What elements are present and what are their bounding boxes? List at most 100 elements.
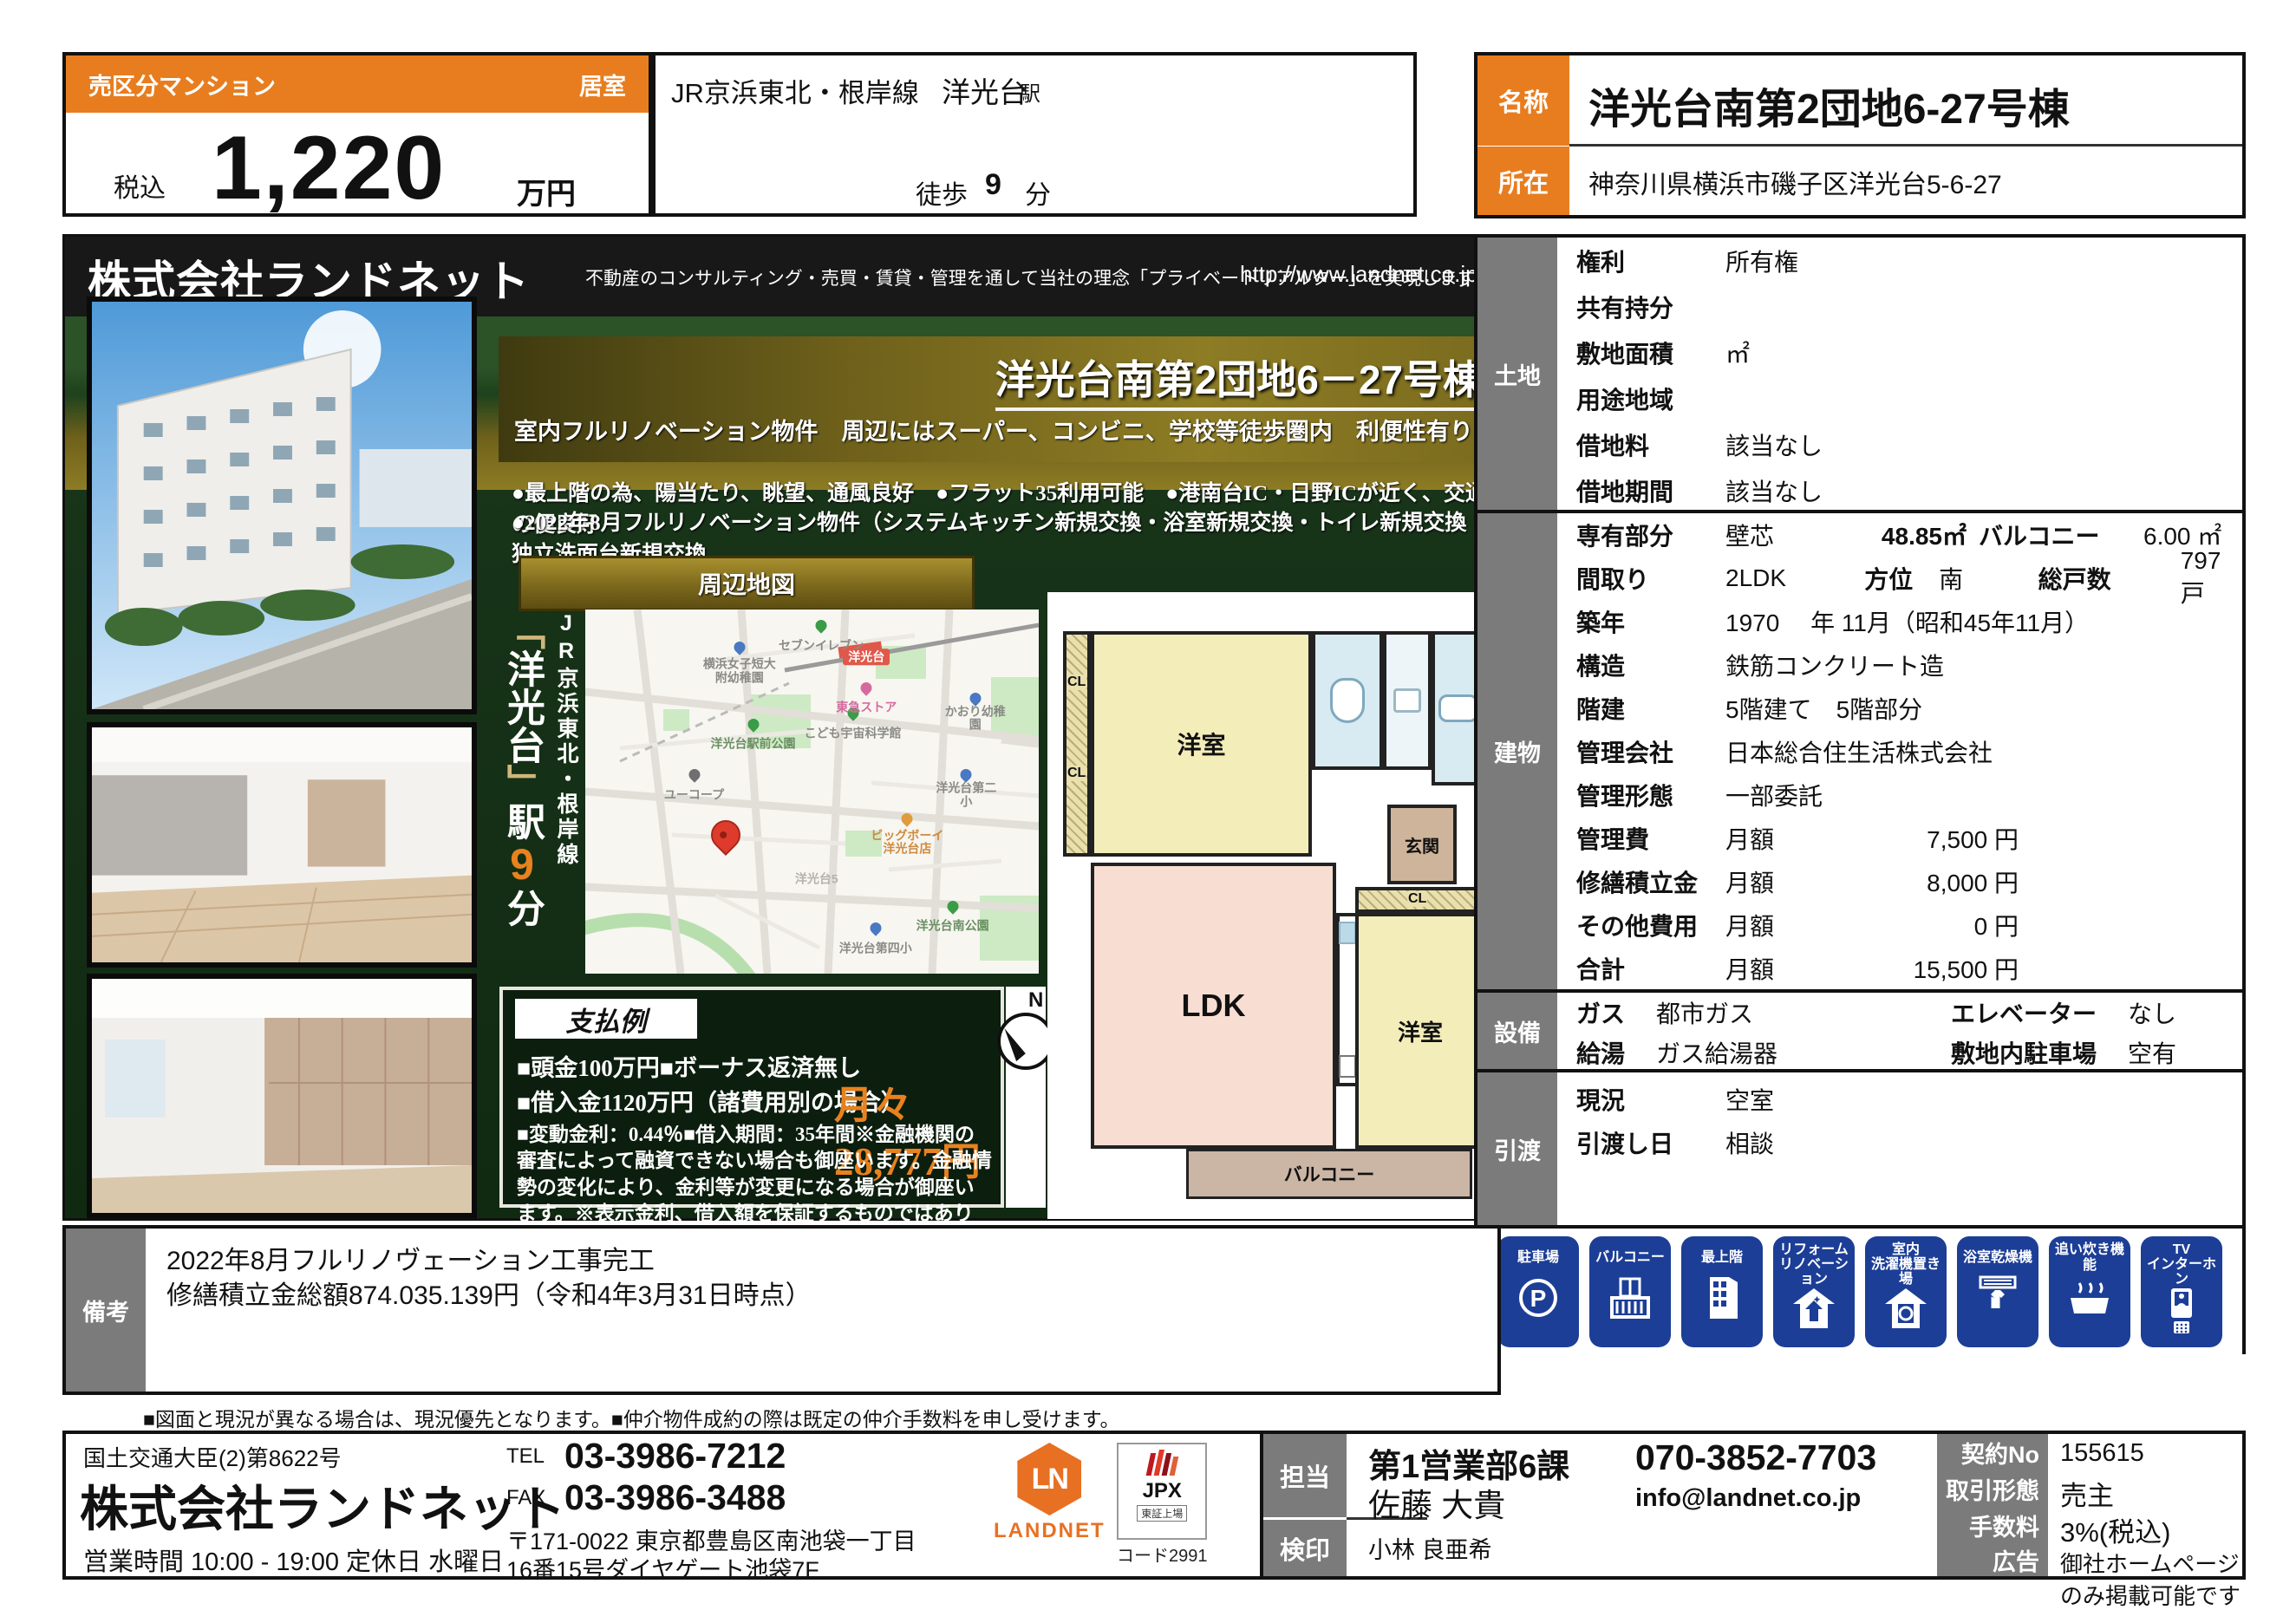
station-name: 洋光台: [942, 69, 1027, 111]
area-map: セブンイレブン横浜女子短大 附幼稚園洋光台東急ストアこども宇宙科学館洋光台駅前公…: [585, 609, 1039, 974]
land-row-label: 権利: [1576, 244, 1725, 278]
handover-row-value: 相談: [1725, 1125, 1774, 1160]
property-name: 洋光台南第2団地6-27号棟: [1588, 75, 2070, 135]
area-map-button: 周辺地図: [519, 556, 975, 611]
feature-tv-intercom: TV インターホン: [2141, 1236, 2222, 1347]
layout-label: 間取り: [1576, 561, 1725, 596]
feature-parking: 駐車場 P: [1497, 1236, 1579, 1347]
wall-core: 壁芯: [1725, 518, 1836, 552]
footer-company: 株式会社ランドネット: [80, 1470, 565, 1541]
svg-text:P: P: [1530, 1285, 1547, 1312]
entrance-label: 玄関: [1405, 832, 1439, 857]
parking-label: 敷地内駐車場: [1951, 1035, 2128, 1070]
balcony-icon: [1607, 1274, 1654, 1322]
map-label: 洋光台: [843, 649, 890, 665]
building-row-label: 管理会社: [1576, 734, 1725, 769]
fee-row-label: その他費用: [1576, 908, 1725, 942]
map-pin-icon: [732, 640, 747, 655]
ldk: LDK: [1091, 863, 1336, 1149]
map-label: こども宇宙科学館: [805, 727, 902, 740]
rail-line: JR京浜東北・根岸線: [671, 71, 919, 110]
building-row-value: 鉄筋コンクリート造: [1725, 648, 1944, 682]
livingroom-photo: [87, 722, 477, 968]
map-pin-icon: [944, 898, 960, 914]
section-equipment-label: 設備: [1477, 993, 1557, 1069]
feature-bath-dryer: 浴室乾燥機: [1957, 1236, 2038, 1347]
bath-dryer-icon: [1975, 1274, 2020, 1320]
building-photo: [87, 297, 477, 714]
kenin-label: 検印: [1263, 1520, 1347, 1576]
sale-type-bar: 売区分マンション 居室: [66, 55, 649, 113]
land-row-label: 敷地面積: [1576, 336, 1725, 370]
land-row-label: 用途地域: [1576, 381, 1725, 416]
land-row-label: 共有持分: [1576, 290, 1725, 324]
details-table: 土地 権利所有権 共有持分 敷地面積㎡ 用途地域 借地料該当なし 借地期間該当な…: [1474, 234, 2246, 1354]
area-map-button-label: 周辺地図: [698, 566, 795, 601]
fee-period: 月額: [1725, 821, 1871, 856]
feature-balcony: バルコニー: [1589, 1236, 1671, 1347]
units-label: 総戸数: [2038, 561, 2146, 596]
quote-close: 」: [501, 764, 544, 802]
building-row-value: 1970 年 11月（昭和45年11月）: [1725, 604, 2089, 639]
section-building-label: 建物: [1477, 513, 1557, 989]
jpx-code: コード2991: [1117, 1542, 1208, 1567]
title-band: 洋光台南第2団地6－27号棟 室内フルリノベーション物件 周辺にはスーパー、コン…: [499, 336, 1503, 462]
commission: 3%(税込): [2060, 1510, 2170, 1549]
building-row-label: 管理形態: [1576, 778, 1725, 812]
top-floor-icon: [1701, 1274, 1743, 1322]
fee-period: 月額: [1725, 864, 1871, 899]
building-area-label: 専有部分: [1576, 518, 1725, 552]
fee-amount: 0 円: [1871, 908, 2019, 942]
fee-row-label: 合計: [1576, 951, 1725, 986]
landnet-logo-text: LANDNET: [994, 1519, 1106, 1543]
reheating-icon: [2065, 1274, 2114, 1320]
gas-value: 都市ガス: [1656, 995, 1951, 1030]
jpx-bars-icon: [1143, 1450, 1181, 1479]
renovation-icon: [1791, 1287, 1836, 1330]
listing-sheet: 売区分マンション 居室 税込 1,220 万円 JR京浜東北・根岸線 洋光台 駅…: [0, 0, 2296, 1623]
fee-period: 月額: [1725, 908, 1871, 942]
fee-amount: 8,000 円: [1871, 864, 2019, 899]
contract-label: 契約No: [1937, 1434, 2048, 1470]
closet-label-3: CL: [1407, 891, 1427, 907]
elevator-label: エレベーター: [1951, 995, 2128, 1030]
station-v-unit: 分: [501, 889, 544, 927]
map-label: ビッグボーイ 洋光台店: [871, 829, 943, 856]
tanto-label: 担当: [1263, 1434, 1347, 1517]
remarks-label: 備考: [66, 1229, 146, 1392]
deal-type-label: 取引形態: [1937, 1470, 2048, 1507]
map-label: 洋光台駅前公園: [711, 738, 796, 751]
layout-value: 2LDK: [1725, 564, 1864, 592]
fee-row-label: 管理費: [1576, 821, 1725, 856]
toilet: [1312, 631, 1383, 770]
compass: N: [1006, 987, 1046, 1208]
direction-label: 方位: [1864, 561, 1939, 596]
bedroom-1: 洋室: [1091, 631, 1312, 857]
units-value: 797戸: [2181, 547, 2242, 609]
parking-icon: P: [1517, 1274, 1559, 1322]
flyer-panel: 株式会社ランドネット 不動産のコンサルティング・売買・賃貸・管理を通して当社の理…: [62, 234, 1501, 1221]
empty-cell: [1056, 52, 1417, 217]
landnet-logo: LN LANDNET: [994, 1443, 1106, 1543]
direction-value: 南: [1939, 561, 2038, 596]
room-type: 居室: [579, 68, 626, 101]
feature-reheating: 追い炊き機能: [2049, 1236, 2130, 1347]
map-label: かおり幼稚園: [943, 706, 1007, 733]
property-location-pin: [705, 814, 747, 856]
jpx-listed: 東証上場: [1137, 1505, 1187, 1522]
flyer-url: http://www.landnet.co.jp: [1240, 261, 1478, 288]
property-address: 神奈川県横浜市磯子区洋光台5-6-27: [1588, 163, 2002, 201]
sale-type: 売区分マンション: [88, 68, 276, 101]
section-handover: 引渡 現況空室 引渡し日相談: [1477, 1072, 2242, 1229]
footer-box: 国土交通大臣(2)第8622号 株式会社ランドネット 営業時間 10:00 - …: [62, 1431, 2246, 1580]
gas-label: ガス: [1576, 995, 1656, 1030]
contact-email: info@landnet.co.jp: [1635, 1484, 1861, 1513]
bedroom-2: 洋室: [1355, 913, 1485, 1149]
station-v-name: 洋光台: [501, 649, 544, 764]
name-address-box: 名称 洋光台南第2団地6-27号棟 所在 神奈川県横浜市磯子区洋光台5-6-27: [1474, 52, 2246, 218]
hotwater-label: 給湯: [1576, 1035, 1656, 1070]
feature-renovation: リフォーム リノベーション: [1773, 1236, 1855, 1347]
fee-period: 月額: [1725, 951, 1871, 986]
fee-amount: 15,500 円: [1871, 951, 2019, 986]
access-box: JR京浜東北・根岸線 洋光台 駅 徒歩 9 分: [652, 52, 1060, 217]
